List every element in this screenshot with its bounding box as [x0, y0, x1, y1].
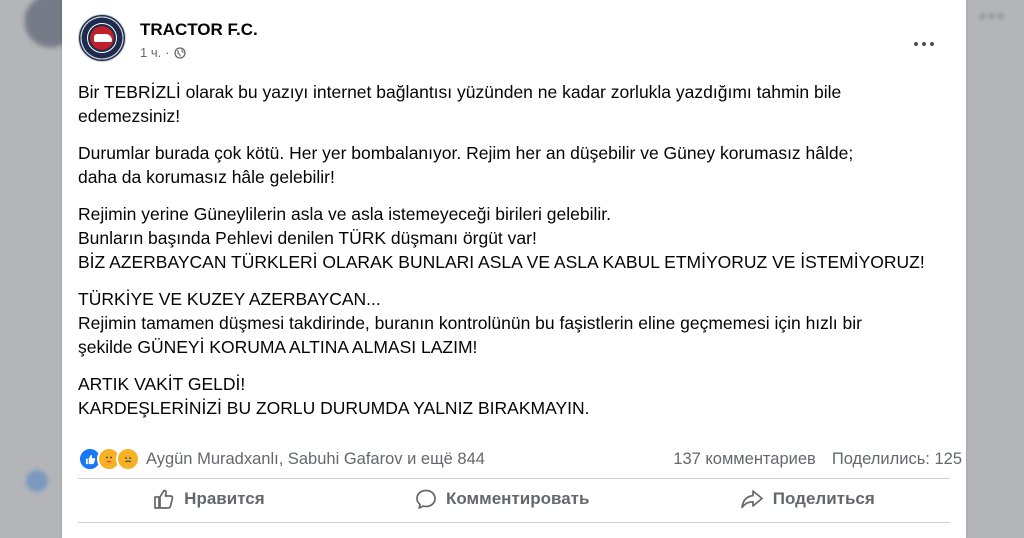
post-paragraph: Bir TEBRİZLİ olarak bu yazıyı internet b… [78, 82, 842, 126]
more-dot-icon [930, 42, 934, 46]
post-meta: 1 ч. · [140, 45, 186, 60]
share-arrow-icon [740, 488, 764, 510]
comments-divider [78, 522, 950, 523]
page-avatar[interactable] [78, 14, 126, 62]
sad-icon [116, 447, 140, 471]
post-paragraph: ARTIK VAKİT GELDİ! KARDEŞLERİNİZİ BU ZOR… [78, 374, 590, 418]
share-button[interactable]: Поделиться [726, 482, 889, 516]
avatar-logo-tractor [94, 34, 112, 42]
overlay-dim-left [0, 0, 62, 538]
like-button[interactable]: Нравится [139, 482, 279, 516]
post-time-link[interactable]: 1 ч. [140, 45, 161, 60]
actions-divider [78, 478, 950, 479]
engagement-counts: 137 комментариев Поделились: 125 [673, 450, 962, 469]
share-button-label: Поделиться [772, 489, 875, 508]
reaction-names-link[interactable]: Aygün Muradxanlı, Sabuhi Gafarov и ещё 8… [146, 450, 485, 469]
shares-count-link[interactable]: Поделились: 125 [832, 450, 962, 469]
post-actions: Нравится Комментировать Поделиться [78, 480, 950, 518]
post-text: Bir TEBRİZLİ olarak bu yazıyı internet b… [78, 80, 958, 433]
post-card: TRACTOR F.C. 1 ч. · Bir TEBRİZLİ olarak … [62, 0, 966, 538]
more-dot-icon [914, 42, 918, 46]
post-header: TRACTOR F.C. 1 ч. · [78, 14, 950, 68]
reactions-summary: Aygün Muradxanlı, Sabuhi Gafarov и ещё 8… [78, 445, 962, 473]
comments-count-link[interactable]: 137 комментариев [673, 450, 816, 469]
overlay-dim-right [966, 0, 1024, 538]
reaction-icons[interactable] [78, 447, 140, 471]
comment-button-label: Комментировать [446, 489, 590, 508]
post-paragraph: Rejimin yerine Güneylilerin asla ve asla… [78, 204, 925, 272]
comment-button[interactable]: Комментировать [401, 482, 603, 516]
like-button-label: Нравится [184, 489, 265, 508]
page-name-link[interactable]: TRACTOR F.C. [140, 20, 258, 40]
post-paragraph: TÜRKİYE VE KUZEY AZERBAYCAN... Rejimin t… [78, 289, 862, 357]
post-paragraph: Durumlar burada çok kötü. Her yer bombal… [78, 143, 854, 187]
more-dot-icon [922, 42, 926, 46]
comment-bubble-icon [415, 488, 437, 510]
globe-icon[interactable] [173, 46, 186, 59]
meta-separator: · [165, 45, 170, 60]
more-options-button[interactable] [906, 26, 942, 62]
thumbs-up-icon [153, 488, 175, 510]
